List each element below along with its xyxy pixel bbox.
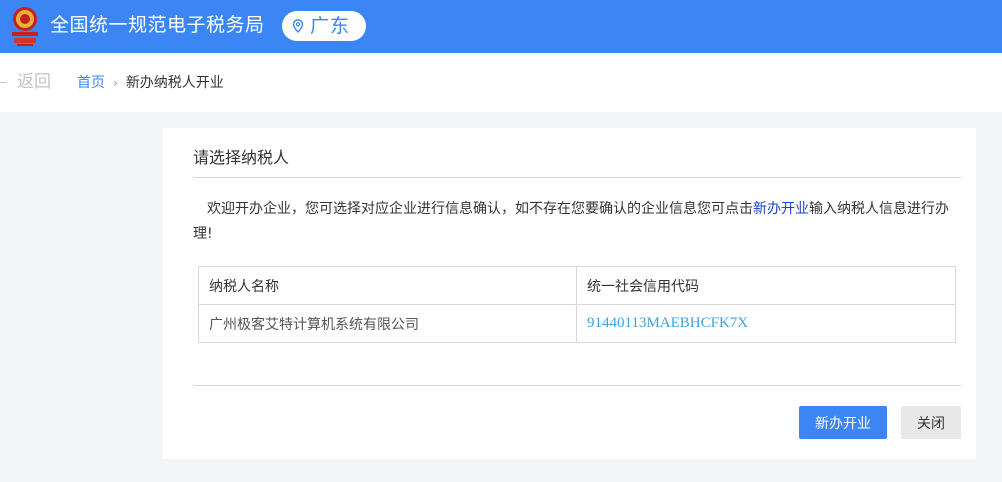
credit-code-link[interactable]: 91440113MAEBHCFK7X: [576, 304, 956, 343]
divider: [193, 177, 961, 178]
breadcrumb-separator-icon: ›: [113, 76, 118, 90]
site-title: 全国统一规范电子税务局: [50, 14, 265, 36]
tax-emblem-icon: [12, 7, 38, 46]
close-button[interactable]: 关闭: [901, 406, 961, 439]
new-business-button[interactable]: 新办开业: [799, 406, 887, 439]
table-row[interactable]: 广州极客艾特计算机系统有限公司 91440113MAEBHCFK7X: [198, 304, 956, 343]
region-selector[interactable]: 广东: [282, 11, 366, 41]
taxpayer-name-cell: 广州极客艾特计算机系统有限公司: [198, 304, 577, 343]
navigation-bar: 返回 首页 › 新办纳税人开业: [0, 53, 1002, 112]
breadcrumb-current: 新办纳税人开业: [125, 75, 224, 91]
column-header-name: 纳税人名称: [198, 266, 577, 305]
top-header: 全国统一规范电子税务局 广东: [0, 0, 1002, 53]
location-pin-icon: [292, 19, 304, 33]
intro-text-before: 欢迎开办企业，您可选择对应企业进行信息确认，如不存在您要确认的企业信息您可点击: [207, 201, 753, 217]
divider: [193, 385, 961, 386]
new-business-link[interactable]: 新办开业: [753, 201, 809, 217]
intro-text: 欢迎开办企业，您可选择对应企业进行信息确认，如不存在您要确认的企业信息您可点击新…: [193, 197, 961, 247]
back-button[interactable]: 返回: [0, 71, 51, 93]
breadcrumb: 首页 › 新办纳税人开业: [77, 74, 224, 92]
breadcrumb-home-link[interactable]: 首页: [77, 74, 105, 92]
dialog-title: 请选择纳税人: [193, 148, 290, 167]
taxpayer-table: 纳税人名称 统一社会信用代码 广州极客艾特计算机系统有限公司 91440113M…: [198, 266, 956, 343]
back-arrow-icon: [0, 81, 7, 83]
column-header-credit-code: 统一社会信用代码: [576, 266, 956, 305]
table-header-row: 纳税人名称 统一社会信用代码: [198, 266, 956, 305]
back-label: 返回: [17, 72, 51, 92]
region-name: 广东: [310, 15, 351, 37]
select-taxpayer-dialog: 请选择纳税人 欢迎开办企业，您可选择对应企业进行信息确认，如不存在您要确认的企业…: [163, 128, 976, 459]
